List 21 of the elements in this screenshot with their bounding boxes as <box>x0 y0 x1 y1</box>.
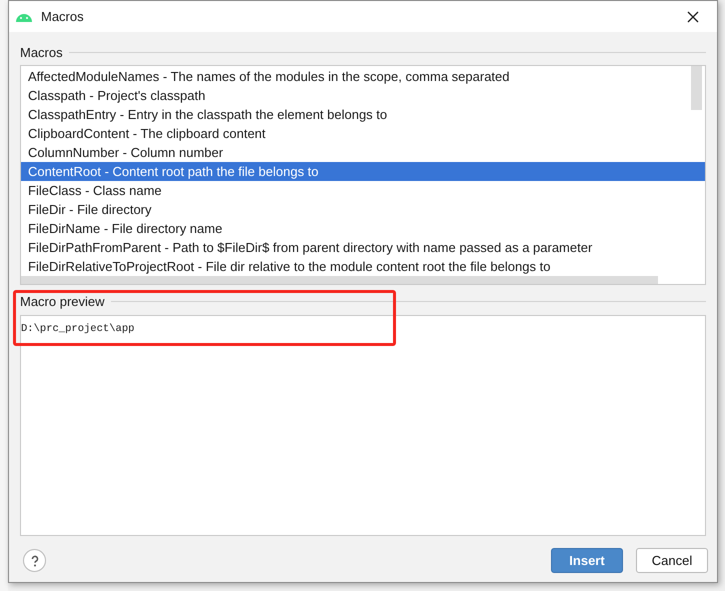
macro-item[interactable]: AffectedModuleNames - The names of the modules in the scope, comma separated <box>21 67 705 86</box>
close-icon[interactable] <box>687 10 699 22</box>
insert-button[interactable]: Insert <box>551 548 623 573</box>
help-button[interactable] <box>23 549 46 572</box>
section-label: Macro preview <box>20 294 105 308</box>
preview-text: D:\prc_project\app <box>21 323 134 335</box>
macro-item[interactable]: FileDir - File directory <box>21 200 705 219</box>
window-title: Macros <box>41 9 84 24</box>
macro-item[interactable]: ClasspathEntry - Entry in the classpath the element belongs to <box>21 105 705 124</box>
macro-item[interactable]: ClipboardContent - The clipboard content <box>21 124 705 143</box>
macro-item[interactable]: FileDirName - File directory name <box>21 219 705 238</box>
preview-area[interactable]: D:\prc_project\app <box>20 315 706 536</box>
macro-item[interactable]: ContentRoot - Content root path the file belongs to <box>21 162 705 181</box>
macro-item[interactable]: FileDirRelativeToProjectRoot - File dir relative to the module content root the file belongs to <box>21 257 705 276</box>
macro-item[interactable]: FileDirPathFromParent - Path to $FileDir$ from parent directory with name passed as a parameter <box>21 238 705 257</box>
cancel-button[interactable]: Cancel <box>636 548 708 573</box>
section-label: Macros <box>20 44 63 60</box>
macro-item[interactable]: FileClass - Class name <box>21 181 705 200</box>
macro-item[interactable]: ColumnNumber - Column number <box>21 143 705 162</box>
horizontal-scrollbar[interactable] <box>21 276 658 284</box>
macro-item[interactable]: Classpath - Project's classpath <box>21 86 705 105</box>
